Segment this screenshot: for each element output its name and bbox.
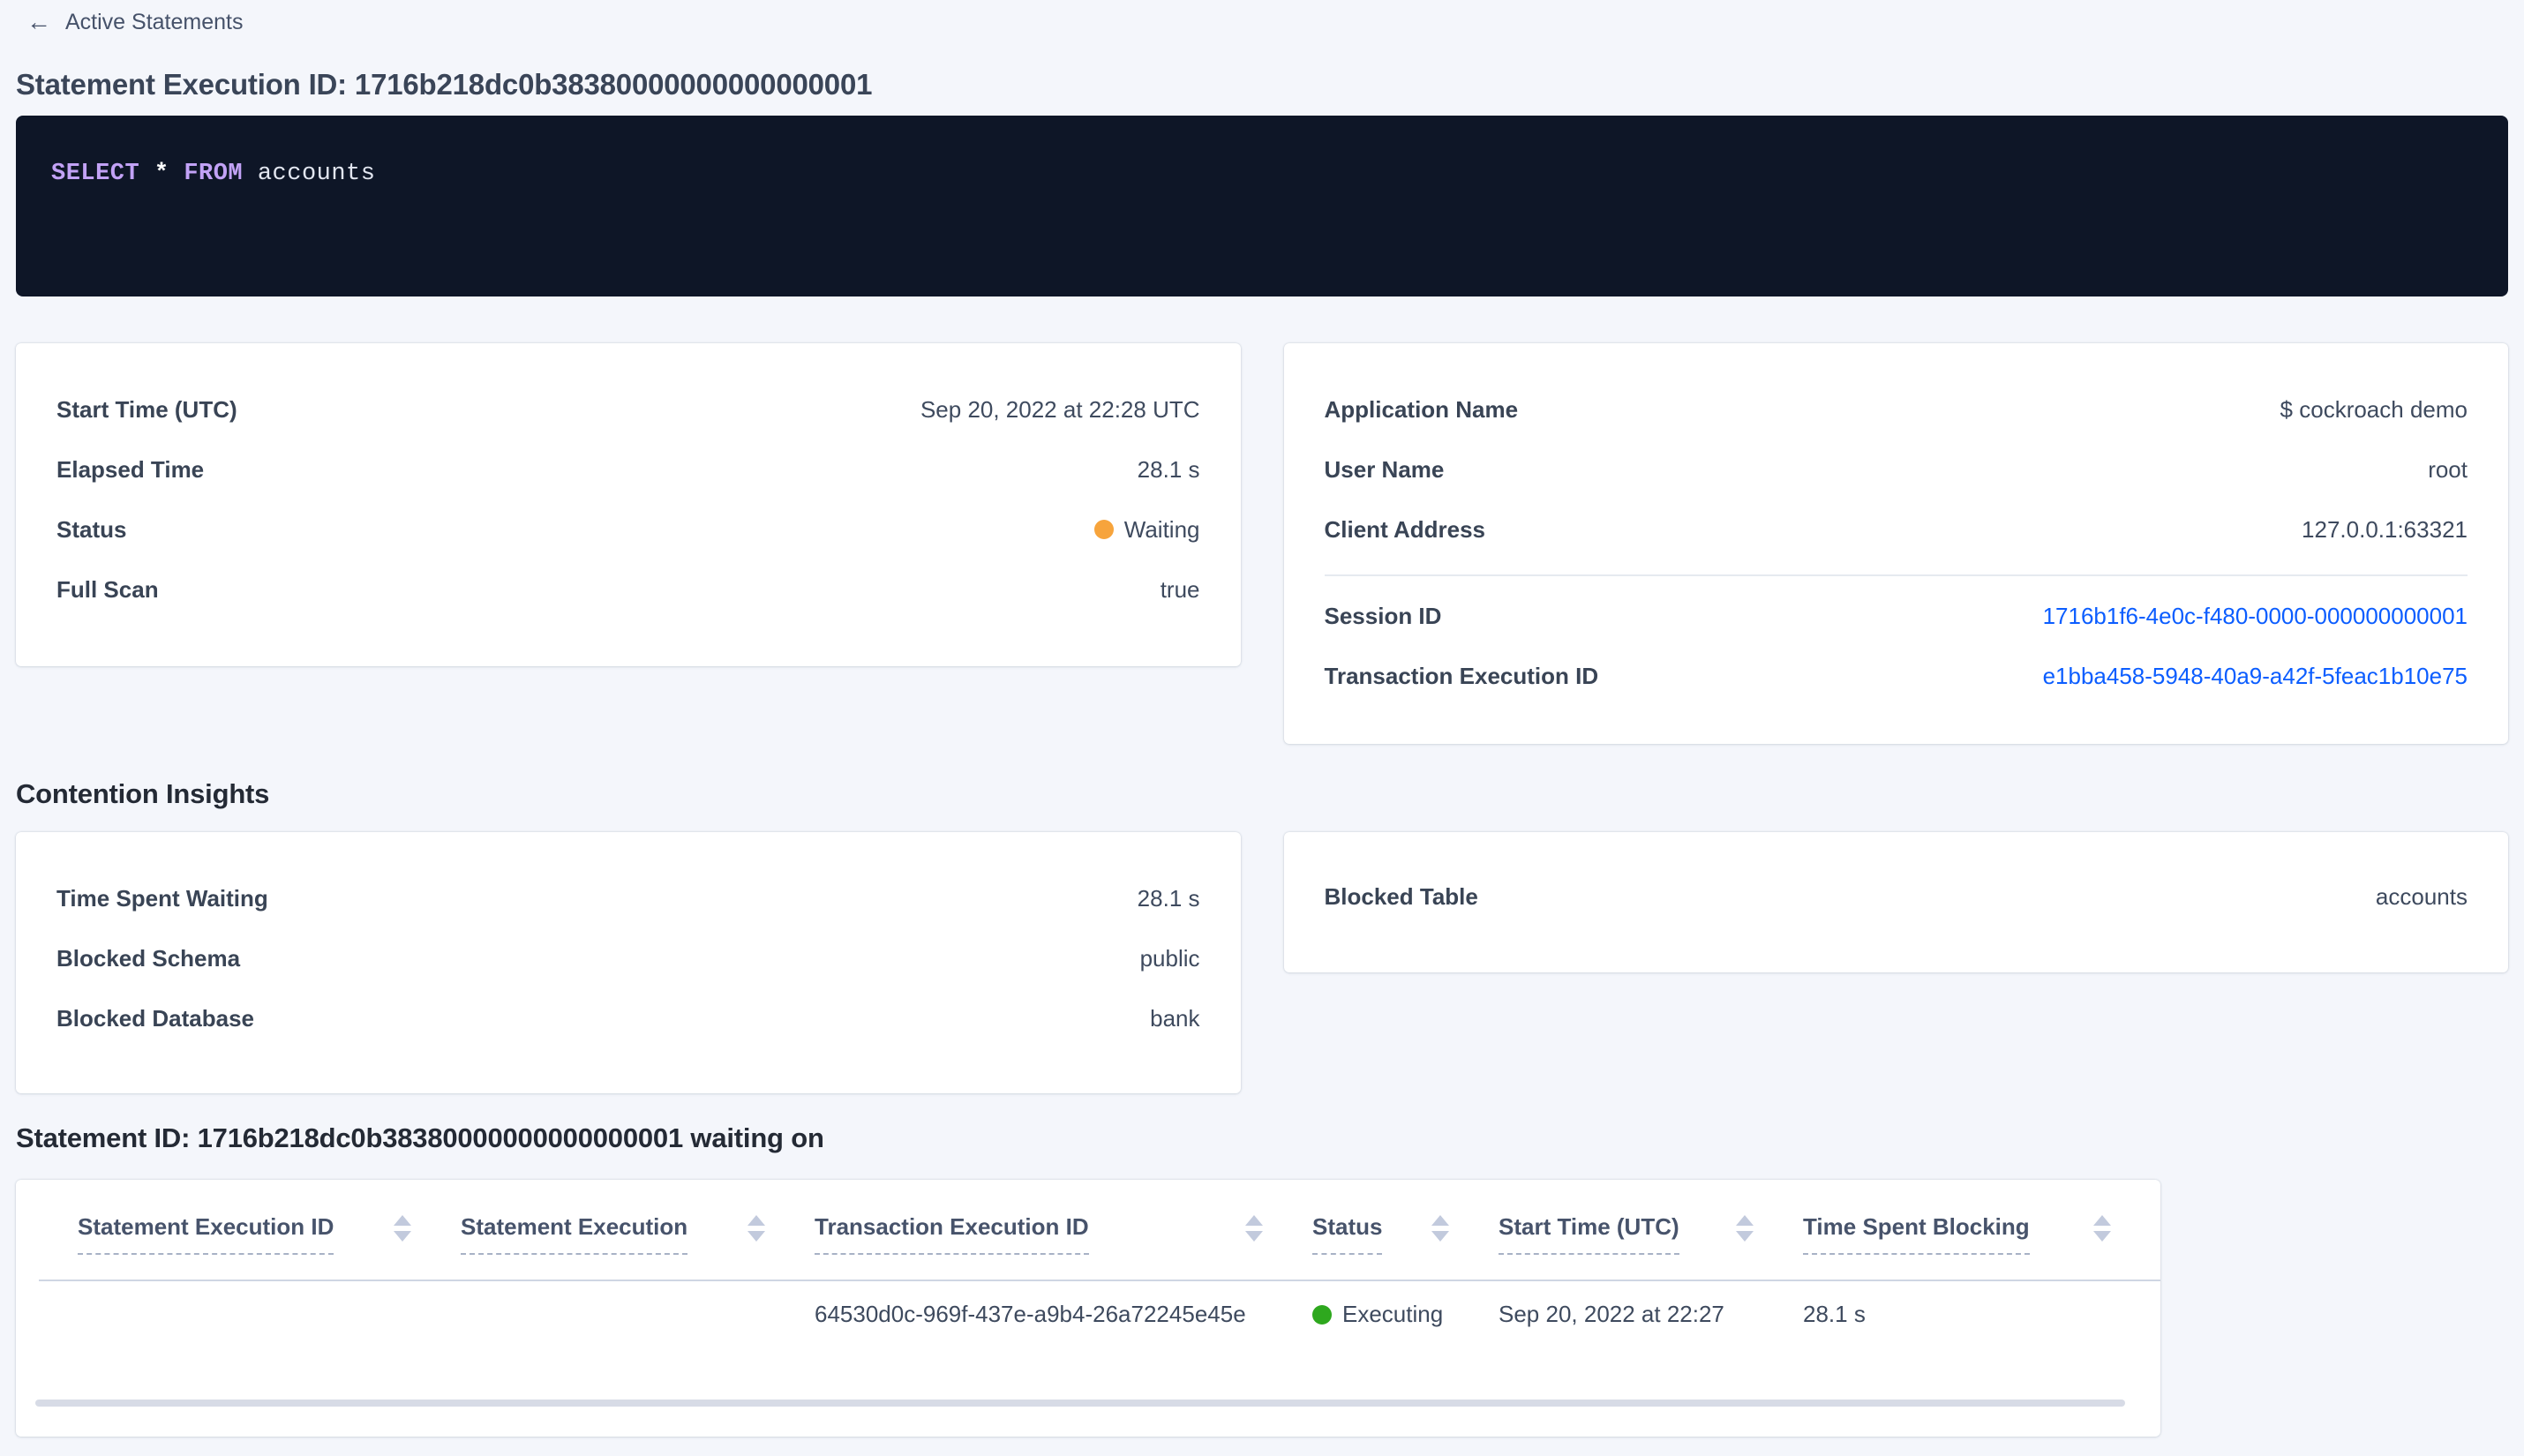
sort-arrows-icon: [1431, 1215, 1449, 1242]
start-time-label: Start Time (UTC): [56, 395, 237, 423]
cell-status: Executing: [1312, 1301, 1499, 1328]
arrow-left-icon: ←: [26, 8, 51, 35]
session-id-row: Session ID 1716b1f6-4e0c-f480-0000-00000…: [1325, 601, 2468, 631]
contention-waiting-card: Time Spent Waiting 28.1 s Blocked Schema…: [16, 832, 1241, 1093]
table-row: 64530d0c-969f-437e-a9b4-26a72245e45e Exe…: [16, 1255, 2160, 1328]
time-spent-waiting-row: Time Spent Waiting 28.1 s: [56, 883, 1200, 913]
session-details-card: Application Name $ cockroach demo User N…: [1283, 343, 2508, 744]
sql-keyword-from: FROM: [184, 161, 244, 187]
sql-table-name: accounts: [257, 161, 376, 187]
cell-statement-execution-id: [78, 1301, 461, 1328]
elapsed-time-label: Elapsed Time: [56, 455, 205, 483]
status-label: Status: [56, 515, 127, 543]
elapsed-time-value: 28.1 s: [1137, 455, 1200, 483]
waiting-on-table: Statement Execution ID Statement Executi…: [16, 1180, 2160, 1437]
blocked-table-value: accounts: [2375, 882, 2468, 910]
cell-transaction-execution-id: 64530d0c-969f-437e-a9b4-26a72245e45e: [815, 1301, 1246, 1327]
column-header-statement-execution[interactable]: Statement Execution: [461, 1213, 815, 1255]
user-name-value: root: [2428, 455, 2468, 483]
blocked-schema-row: Blocked Schema public: [56, 943, 1200, 973]
sort-arrows-icon: [1736, 1215, 1754, 1242]
cell-status-text: Executing: [1342, 1301, 1444, 1327]
transaction-execution-id-link[interactable]: e1bba458-5948-40a9-a42f-5feac1b10e75: [2043, 663, 2468, 690]
back-to-active-statements-link[interactable]: ← Active Statements: [26, 7, 243, 37]
sort-arrows-icon: [747, 1215, 765, 1242]
client-address-label: Client Address: [1324, 515, 1486, 543]
session-id-label: Session ID: [1324, 602, 1442, 629]
application-name-value: $ cockroach demo: [2280, 395, 2468, 423]
client-address-row: Client Address 127.0.0.1:63321: [1325, 514, 2468, 544]
column-header-label: Statement Execution ID: [78, 1213, 334, 1255]
application-name-label: Application Name: [1324, 395, 1519, 423]
waiting-on-table-header: Statement Execution ID Statement Executi…: [16, 1180, 2160, 1255]
column-header-label: Statement Execution: [461, 1213, 688, 1255]
full-scan-label: Full Scan: [56, 575, 159, 603]
blocked-table-row: Blocked Table accounts: [1325, 882, 2468, 912]
column-header-time-spent-blocking[interactable]: Time Spent Blocking: [1803, 1213, 2160, 1255]
column-header-start-time[interactable]: Start Time (UTC): [1499, 1213, 1803, 1255]
cell-time-spent-blocking: 28.1 s: [1803, 1301, 1866, 1327]
blocked-database-value: bank: [1150, 1004, 1200, 1032]
sql-statement-box: SELECT * FROM accounts: [16, 116, 2508, 296]
session-card-divider: [1324, 574, 2468, 576]
application-name-row: Application Name $ cockroach demo: [1325, 394, 2468, 424]
time-spent-waiting-label: Time Spent Waiting: [56, 884, 268, 912]
user-name-label: User Name: [1324, 455, 1445, 483]
sort-arrows-icon: [2093, 1215, 2111, 1242]
column-header-label: Transaction Execution ID: [815, 1213, 1089, 1255]
contention-cards-row: Time Spent Waiting 28.1 s Blocked Schema…: [16, 832, 2508, 1093]
executing-status-dot-icon: [1312, 1304, 1332, 1325]
user-name-row: User Name root: [1325, 454, 2468, 484]
time-spent-waiting-value: 28.1 s: [1137, 884, 1200, 912]
column-header-statement-execution-id[interactable]: Statement Execution ID: [78, 1213, 461, 1255]
transaction-execution-id-label: Transaction Execution ID: [1324, 662, 1599, 689]
full-scan-row: Full Scan true: [56, 574, 1200, 604]
blocked-database-label: Blocked Database: [56, 1004, 254, 1032]
start-time-value: Sep 20, 2022 at 22:28 UTC: [920, 395, 1200, 423]
page-title: Statement Execution ID: 1716b218dc0b3838…: [16, 68, 873, 101]
blocked-schema-value: public: [1139, 944, 1200, 972]
overview-cards-row: Start Time (UTC) Sep 20, 2022 at 22:28 U…: [16, 343, 2508, 744]
column-header-status[interactable]: Status: [1312, 1213, 1499, 1255]
column-header-label: Start Time (UTC): [1499, 1213, 1679, 1255]
status-value: Waiting: [1093, 515, 1200, 544]
sort-arrows-icon: [1245, 1215, 1263, 1242]
cell-start-time: Sep 20, 2022 at 22:27: [1499, 1301, 1724, 1327]
waiting-on-heading: Statement ID: 1716b218dc0b38380000000000…: [16, 1122, 824, 1153]
table-header-divider: [39, 1280, 2160, 1281]
sql-statement-text: SELECT * FROM accounts: [51, 161, 375, 187]
full-scan-value: true: [1160, 575, 1200, 603]
waiting-status-dot-icon: [1093, 520, 1114, 539]
column-header-label: Time Spent Blocking: [1803, 1213, 2030, 1255]
column-header-transaction-execution-id[interactable]: Transaction Execution ID: [815, 1213, 1312, 1255]
table-horizontal-scrollbar[interactable]: [35, 1400, 2125, 1407]
transaction-execution-id-row: Transaction Execution ID e1bba458-5948-4…: [1325, 661, 2468, 691]
sql-star: *: [154, 161, 169, 187]
status-value-text: Waiting: [1123, 515, 1200, 543]
cell-statement-execution: [461, 1301, 815, 1328]
blocked-schema-label: Blocked Schema: [56, 944, 241, 972]
blocked-table-label: Blocked Table: [1324, 882, 1478, 910]
column-header-label: Status: [1312, 1213, 1383, 1255]
execution-details-card: Start Time (UTC) Sep 20, 2022 at 22:28 U…: [16, 343, 1241, 666]
contention-insights-heading: Contention Insights: [16, 778, 270, 809]
client-address-value: 127.0.0.1:63321: [2302, 515, 2468, 543]
sql-keyword-select: SELECT: [51, 161, 140, 187]
blocked-database-row: Blocked Database bank: [56, 1003, 1200, 1033]
blocked-table-card: Blocked Table accounts: [1283, 832, 2508, 972]
elapsed-time-row: Elapsed Time 28.1 s: [56, 454, 1200, 484]
status-row: Status Waiting: [56, 514, 1200, 544]
back-link-label: Active Statements: [65, 9, 244, 34]
session-id-link[interactable]: 1716b1f6-4e0c-f480-0000-000000000001: [2043, 603, 2468, 630]
sort-arrows-icon: [394, 1215, 411, 1242]
start-time-row: Start Time (UTC) Sep 20, 2022 at 22:28 U…: [56, 394, 1200, 424]
